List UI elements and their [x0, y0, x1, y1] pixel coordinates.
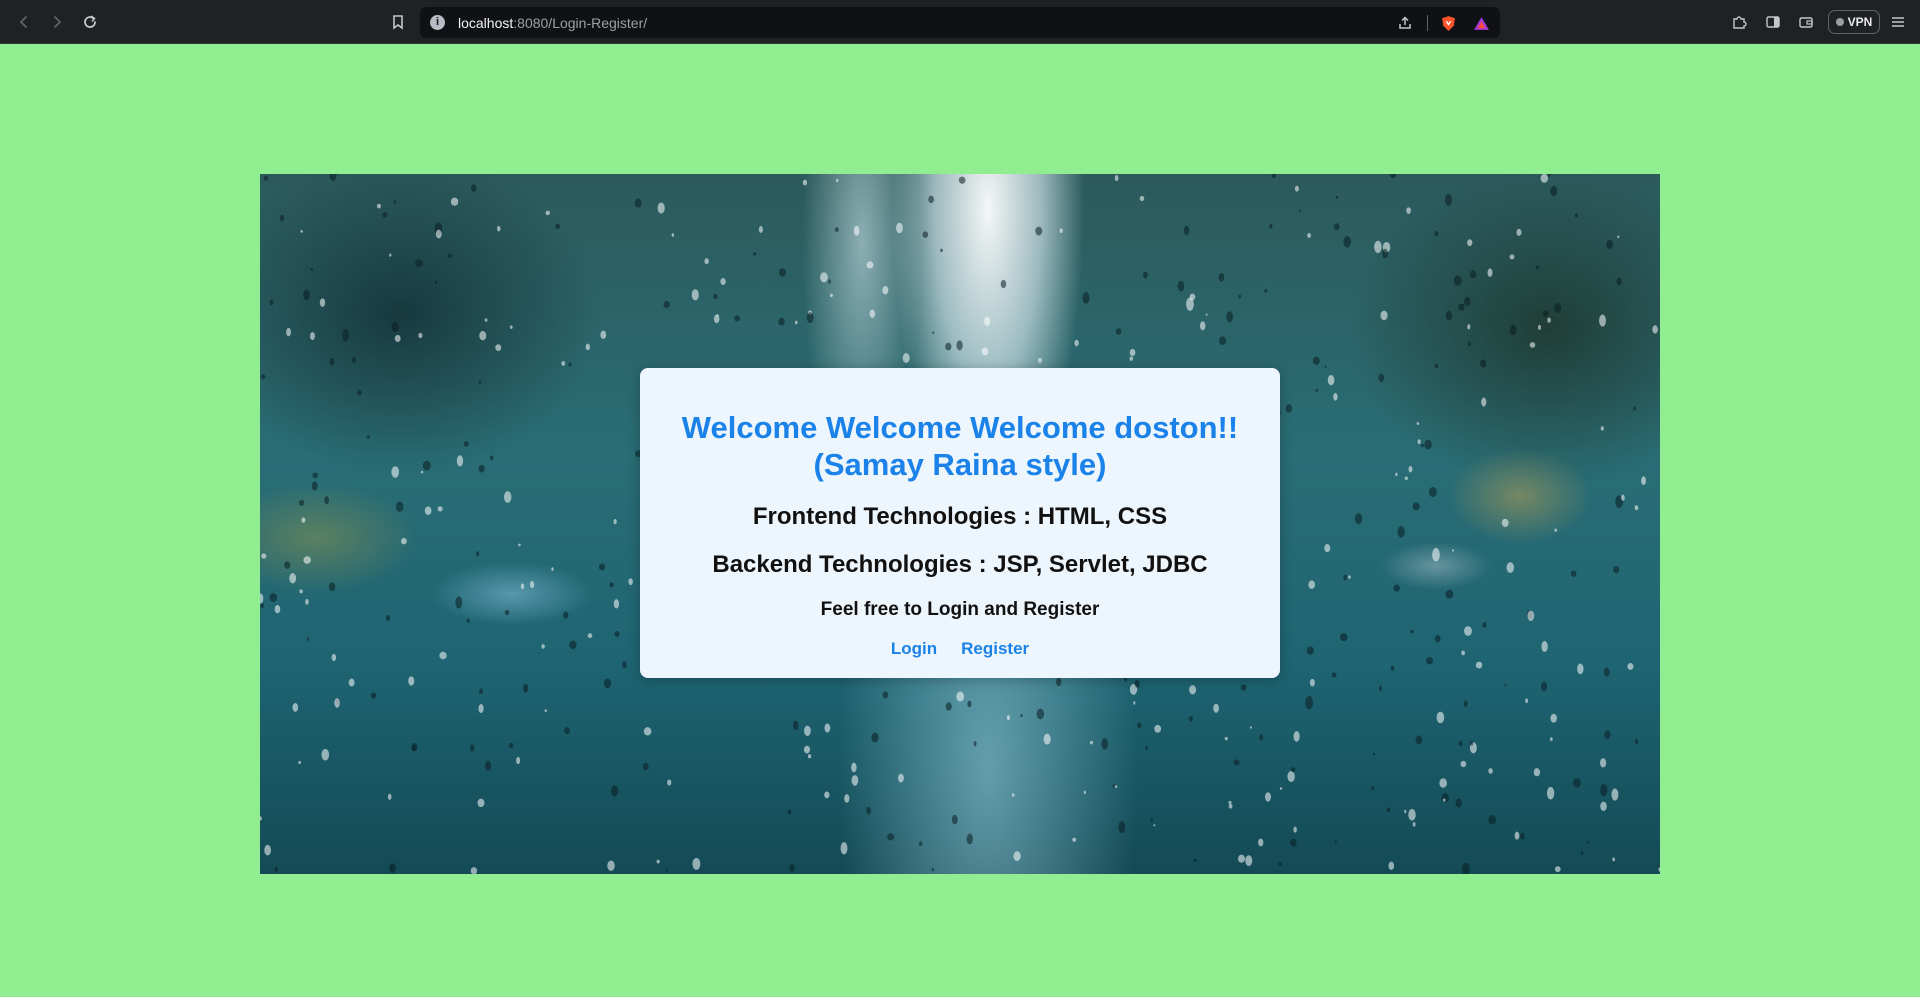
vpn-button[interactable]: VPN: [1828, 10, 1880, 34]
share-icon[interactable]: [1396, 14, 1414, 32]
omnibox-divider: [1427, 15, 1428, 31]
menu-icon[interactable]: [1888, 12, 1908, 32]
welcome-card: Welcome Welcome Welcome doston!! (Samay …: [640, 368, 1280, 678]
url-text[interactable]: localhost:8080/Login-Register/: [458, 15, 647, 31]
site-info-icon[interactable]: i: [430, 15, 445, 30]
invite-text: Feel free to Login and Register: [820, 599, 1100, 620]
extensions-icon[interactable]: [1729, 12, 1749, 32]
welcome-heading: Welcome Welcome Welcome doston!! (Samay …: [681, 410, 1239, 482]
frontend-technologies: Frontend Technologies : HTML, CSS: [752, 503, 1168, 530]
address-bar[interactable]: i localhost:8080/Login-Register/: [420, 7, 1500, 38]
vpn-label: VPN: [1847, 15, 1873, 29]
register-link[interactable]: Register: [961, 639, 1029, 659]
login-link[interactable]: Login: [891, 639, 937, 659]
sidebar-icon[interactable]: [1763, 12, 1783, 32]
brave-rewards-icon[interactable]: [1472, 14, 1490, 32]
forward-arrow-icon[interactable]: [45, 10, 69, 34]
reload-icon[interactable]: [78, 10, 102, 34]
backend-technologies: Backend Technologies : JSP, Servlet, JDB…: [712, 551, 1208, 578]
bookmark-icon[interactable]: [386, 10, 410, 34]
wallet-icon[interactable]: [1796, 12, 1816, 32]
back-arrow-icon[interactable]: [12, 10, 36, 34]
vpn-status-icon: [1835, 18, 1844, 26]
auth-links: Login Register: [640, 639, 1280, 659]
browser-toolbar: i localhost:8080/Login-Register/ VPN: [0, 0, 1920, 44]
brave-shields-icon[interactable]: [1439, 14, 1457, 32]
